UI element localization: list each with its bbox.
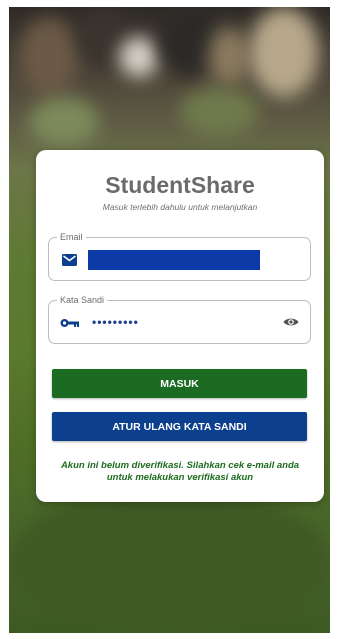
password-label: Kata Sandi — [57, 295, 108, 306]
password-field[interactable]: Kata Sandi ••••••••• — [48, 295, 311, 344]
email-field[interactable]: Email — [48, 232, 311, 281]
login-button[interactable]: MASUK — [52, 369, 307, 398]
verification-notice: Akun ini belum diverifikasi. Silahkan ce… — [60, 460, 300, 483]
login-card: StudentShare Masuk terlebih dahulu untuk… — [36, 150, 324, 502]
key-icon — [60, 319, 79, 327]
app-subtitle: Masuk terlebih dahulu untuk melanjutkan — [102, 202, 258, 212]
email-label: Email — [57, 232, 86, 243]
mail-icon — [62, 254, 77, 266]
eye-icon[interactable] — [283, 316, 299, 328]
email-input[interactable] — [88, 250, 260, 270]
password-input[interactable]: ••••••••• — [92, 315, 139, 329]
app-title: StudentShare — [105, 172, 255, 198]
reset-password-button[interactable]: ATUR ULANG KATA SANDI — [52, 412, 307, 441]
